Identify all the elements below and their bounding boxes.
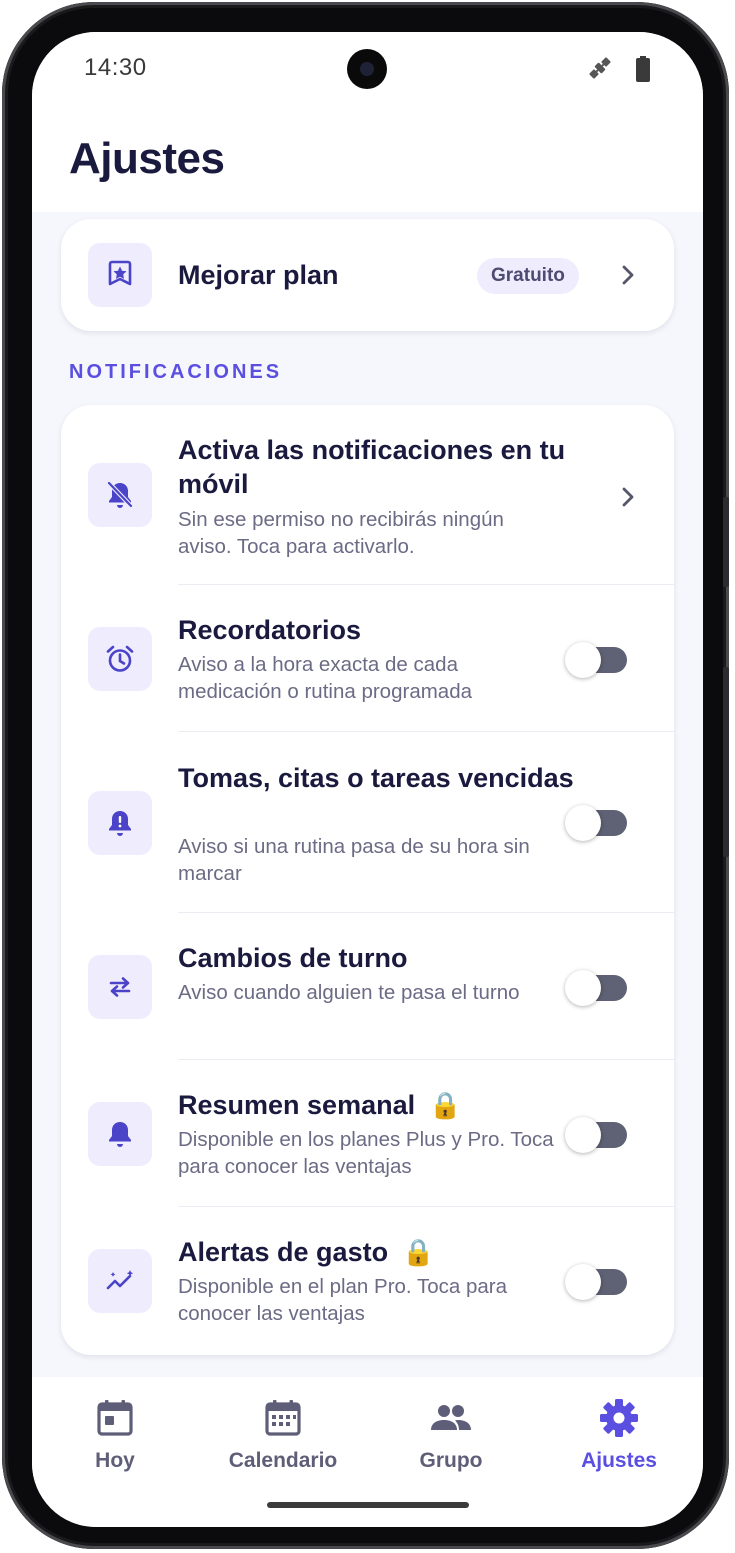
notification-title: Recordatorios (178, 615, 362, 645)
volume-button (723, 497, 729, 587)
chevron-right-icon (622, 265, 634, 285)
notification-title: Resumen semanal 🔒 (178, 1088, 578, 1122)
section-title-notifications: NOTIFICACIONES (69, 361, 283, 383)
notification-title: Activa las notificaciones en tu móvil (178, 435, 566, 499)
calendar-month-icon (265, 1400, 301, 1436)
notification-row-permission[interactable]: Activa las notificaciones en tu móvil Si… (61, 405, 674, 585)
nav-item-ajustes[interactable]: Ajustes (544, 1395, 694, 1473)
weekly-summary-toggle[interactable] (565, 1117, 627, 1153)
notification-description: Sin ese permiso no recibirás ningún avis… (178, 508, 504, 558)
power-button (723, 667, 729, 857)
overdue-toggle[interactable] (565, 805, 627, 841)
notification-row-overdue[interactable]: Tomas, citas o tareas vencidas Aviso si … (61, 732, 674, 913)
notification-description: Aviso a la hora exacta de cada medicació… (178, 653, 472, 703)
screen: 14:30 Ajustes Mejorar plan Gratuito NOTI… (32, 32, 703, 1527)
bell-off-icon (88, 463, 152, 527)
notification-description: Disponible en los planes Plus y Pro. Toc… (178, 1128, 554, 1178)
bell-alert-icon (88, 791, 152, 855)
lock-icon: 🔒 (402, 1237, 435, 1267)
expense-alerts-toggle[interactable] (565, 1264, 627, 1300)
nav-item-calendario[interactable]: Calendario (208, 1395, 358, 1473)
notification-description: Aviso si una rutina pasa de su hora sin … (178, 835, 530, 885)
upgrade-plan-card[interactable]: Mejorar plan Gratuito (61, 219, 674, 331)
lock-icon: 🔒 (429, 1090, 462, 1120)
notification-row-expense-alerts[interactable]: Alertas de gasto 🔒 Disponible en el plan … (61, 1207, 674, 1355)
nav-label: Hoy (95, 1449, 135, 1472)
satellite-icon (589, 57, 611, 79)
trend-icon (88, 1249, 152, 1313)
front-camera (347, 49, 387, 89)
calendar-today-icon (97, 1400, 133, 1436)
nav-label: Calendario (228, 1449, 338, 1472)
nav-label: Grupo (419, 1449, 483, 1472)
reminders-toggle[interactable] (565, 642, 627, 678)
bell-icon (88, 1102, 152, 1166)
notification-title-text: Alertas de gasto (178, 1237, 389, 1267)
bottom-nav: Hoy Calendario Grupo Ajustes (32, 1377, 703, 1527)
page-title: Ajustes (69, 134, 225, 183)
notifications-card: Activa las notificaciones en tu móvil Si… (61, 405, 674, 1355)
header: Ajustes (32, 112, 703, 212)
award-icon (88, 243, 152, 307)
nav-item-hoy[interactable]: Hoy (40, 1395, 190, 1473)
notification-row-reminders[interactable]: Recordatorios Aviso a la hora exacta de … (61, 585, 674, 732)
group-icon (431, 1405, 471, 1430)
home-indicator[interactable] (267, 1502, 469, 1508)
status-bar: 14:30 (32, 32, 703, 112)
alarm-clock-icon (88, 627, 152, 691)
notification-description: Disponible en el plan Pro. Toca para con… (178, 1275, 507, 1325)
status-time: 14:30 (84, 54, 147, 81)
nav-label: Ajustes (581, 1449, 657, 1472)
upgrade-plan-label: Mejorar plan (178, 260, 339, 290)
notification-title: Tomas, citas o tareas vencidas (178, 763, 574, 793)
chevron-right-icon (622, 487, 634, 507)
notification-title: Alertas de gasto 🔒 (178, 1235, 578, 1269)
notification-row-shift-changes[interactable]: Cambios de turno Aviso cuando alguien te… (61, 913, 674, 1060)
gear-icon (600, 1399, 638, 1437)
battery-icon (636, 56, 650, 82)
notification-title: Cambios de turno (178, 943, 408, 973)
shift-changes-toggle[interactable] (565, 970, 627, 1006)
swap-icon (88, 955, 152, 1019)
plan-badge: Gratuito (477, 258, 579, 294)
notification-description: Aviso cuando alguien te pasa el turno (178, 981, 520, 1004)
notification-title-text: Resumen semanal (178, 1090, 416, 1120)
phone-frame: 14:30 Ajustes Mejorar plan Gratuito NOTI… (2, 2, 729, 1549)
notification-row-weekly-summary[interactable]: Resumen semanal 🔒 Disponible en los plane… (61, 1060, 674, 1207)
nav-item-grupo[interactable]: Grupo (376, 1395, 526, 1473)
